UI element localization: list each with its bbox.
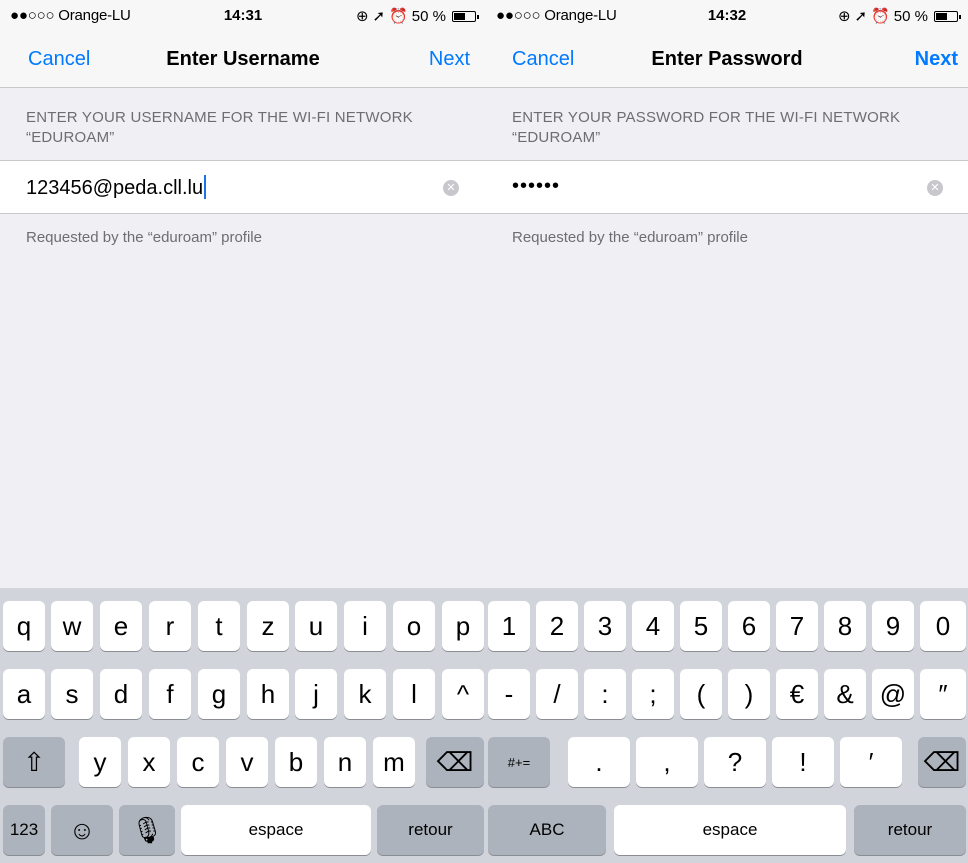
key-period[interactable]: . [568,737,630,787]
key-n[interactable]: n [324,737,366,787]
keyboard: 1 2 3 4 5 6 7 8 9 0 - / : ; ( ) € & @ ″ … [486,588,968,863]
username-screen: ●●○○○ Orange-LU 14:31 ⊕ ➚ ⏰ 50 % Cancel … [0,0,486,863]
battery-percent: 50 % [411,7,446,25]
key-open-paren[interactable]: ( [680,669,722,719]
key-8[interactable]: 8 [824,601,866,651]
key-p[interactable]: p [442,601,484,651]
status-bar: ●●○○○ Orange-LU 14:31 ⊕ ➚ ⏰ 50 % [0,0,486,32]
emoji-icon[interactable]: ☺ [51,805,113,855]
shift-icon[interactable]: ⇧ [3,737,65,787]
key-l[interactable]: l [393,669,435,719]
key-exclamation[interactable]: ! [772,737,834,787]
key-k[interactable]: k [344,669,386,719]
key-circumflex[interactable]: ^ [442,669,484,719]
key-d[interactable]: d [100,669,142,719]
clear-text-icon[interactable]: ✕ [927,180,943,196]
space-key[interactable]: espace [181,805,371,855]
key-apostrophe[interactable]: ′ [840,737,902,787]
key-question[interactable]: ? [704,737,766,787]
key-comma[interactable]: , [636,737,698,787]
key-v[interactable]: v [226,737,268,787]
navigation-bar: Cancel Enter Username Next [0,32,486,88]
numbers-mode-button[interactable]: 123 [3,805,45,855]
key-at[interactable]: @ [872,669,914,719]
key-y[interactable]: y [79,737,121,787]
password-field[interactable]: •••••• ✕ [486,160,968,214]
key-hyphen[interactable]: - [488,669,530,719]
key-quote[interactable]: ″ [920,669,966,719]
section-header: ENTER YOUR USERNAME FOR THE WI-FI NETWOR… [26,109,413,146]
key-6[interactable]: 6 [728,601,770,651]
alarm-icon: ⏰ [389,8,408,25]
key-i[interactable]: i [344,601,386,651]
key-f[interactable]: f [149,669,191,719]
key-g[interactable]: g [198,669,240,719]
next-button[interactable]: Next [429,48,470,71]
key-slash[interactable]: / [536,669,578,719]
key-r[interactable]: r [149,601,191,651]
alarm-icon: ⏰ [871,8,890,25]
footer-note: Requested by the “eduroam” profile [26,229,262,246]
key-7[interactable]: 7 [776,601,818,651]
key-1[interactable]: 1 [488,601,530,651]
keyboard: q w e r t z u i o p a s d f g h j k l ^ … [0,588,486,863]
key-ampersand[interactable]: & [824,669,866,719]
return-key[interactable]: retour [377,805,484,855]
page-title: Enter Password [651,48,803,70]
key-0[interactable]: 0 [920,601,966,651]
username-field[interactable]: 123456@peda.cll.lu ✕ [0,160,486,214]
status-bar: ●●○○○ Orange-LU 14:32 ⊕ ➚ ⏰ 50 % [486,0,968,32]
key-h[interactable]: h [247,669,289,719]
password-value: •••••• [512,175,561,197]
key-w[interactable]: w [51,601,93,651]
battery-percent: 50 % [893,7,928,25]
password-screen: ●●○○○ Orange-LU 14:32 ⊕ ➚ ⏰ 50 % Cancel … [486,0,968,863]
key-o[interactable]: o [393,601,435,651]
key-j[interactable]: j [295,669,337,719]
return-key[interactable]: retour [854,805,966,855]
rotation-lock-icon: ⊕ [837,8,851,25]
key-q[interactable]: q [3,601,45,651]
rotation-lock-icon: ⊕ [355,8,369,25]
key-t[interactable]: t [198,601,240,651]
next-button[interactable]: Next [915,48,958,71]
clear-text-icon[interactable]: ✕ [443,180,459,196]
key-x[interactable]: x [128,737,170,787]
key-m[interactable]: m [373,737,415,787]
space-key[interactable]: espace [614,805,846,855]
footer-note: Requested by the “eduroam” profile [512,229,748,246]
key-b[interactable]: b [275,737,317,787]
navigation-bar: Cancel Enter Password Next [486,32,968,88]
section-header: ENTER YOUR PASSWORD FOR THE WI-FI NETWOR… [512,109,901,146]
key-close-paren[interactable]: ) [728,669,770,719]
username-value: 123456@peda.cll.lu [26,177,204,199]
battery-icon [934,10,961,22]
key-colon[interactable]: : [584,669,626,719]
key-2[interactable]: 2 [536,601,578,651]
microphone-icon[interactable]: 🎙 [119,805,175,855]
key-u[interactable]: u [295,601,337,651]
more-symbols-button[interactable]: #+= [488,737,550,787]
key-3[interactable]: 3 [584,601,626,651]
battery-icon [452,10,479,22]
letters-mode-button[interactable]: ABC [488,805,606,855]
key-c[interactable]: c [177,737,219,787]
key-a[interactable]: a [3,669,45,719]
page-title: Enter Username [166,48,320,70]
key-semicolon[interactable]: ; [632,669,674,719]
backspace-icon[interactable]: ⌫ [426,737,484,787]
location-icon: ➚ [854,8,868,25]
key-z[interactable]: z [247,601,289,651]
key-e[interactable]: e [100,601,142,651]
location-icon: ➚ [372,8,386,25]
text-caret [204,175,207,199]
backspace-icon[interactable]: ⌫ [918,737,966,787]
key-euro[interactable]: € [776,669,818,719]
key-s[interactable]: s [51,669,93,719]
key-4[interactable]: 4 [632,601,674,651]
key-5[interactable]: 5 [680,601,722,651]
key-9[interactable]: 9 [872,601,914,651]
